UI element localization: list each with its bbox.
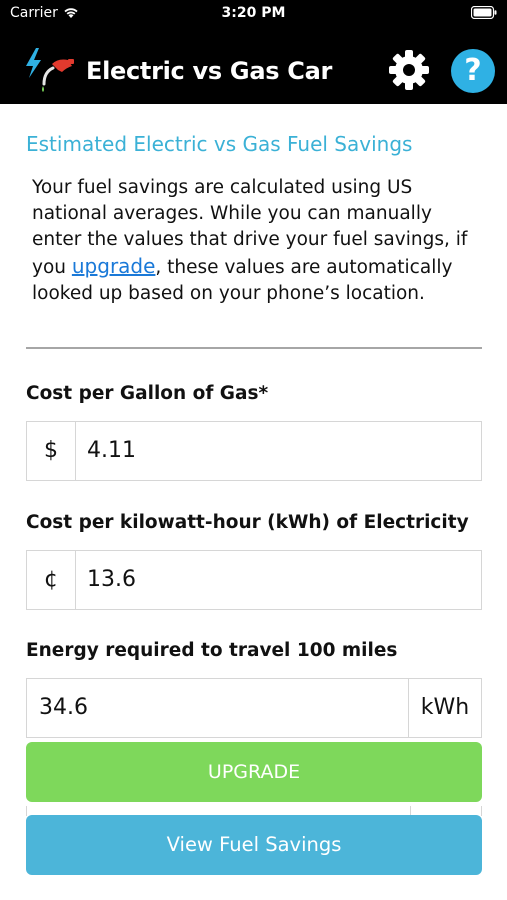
- section-heading: Estimated Electric vs Gas Fuel Savings: [26, 132, 413, 156]
- gas-cost-label: Cost per Gallon of Gas*: [26, 383, 269, 404]
- status-bar: Carrier 3:20 PM: [0, 0, 507, 30]
- battery-icon: [471, 6, 497, 19]
- gear-icon[interactable]: [388, 49, 430, 91]
- intro-text: Your fuel savings are calculated using U…: [32, 175, 472, 307]
- app-title: Electric vs Gas Car: [86, 57, 333, 85]
- electricity-cost-field: ¢: [26, 550, 482, 610]
- kwh-suffix: kWh: [408, 679, 481, 737]
- energy-label: Energy required to travel 100 miles: [26, 640, 398, 661]
- divider: [26, 347, 482, 349]
- help-button[interactable]: ?: [451, 49, 495, 93]
- nav-bar: Electric vs Gas Car ?: [0, 30, 507, 104]
- upgrade-button[interactable]: UPGRADE: [26, 742, 482, 802]
- electricity-cost-input[interactable]: [87, 551, 467, 609]
- plug-and-gas-nozzle-icon: [26, 48, 74, 92]
- clock: 3:20 PM: [221, 5, 286, 21]
- gas-cost-field: $: [26, 421, 482, 481]
- cent-prefix: ¢: [27, 551, 76, 609]
- gas-cost-input[interactable]: [87, 422, 467, 480]
- energy-field: kWh: [26, 678, 482, 738]
- energy-input[interactable]: [39, 679, 399, 737]
- view-fuel-savings-button[interactable]: View Fuel Savings: [26, 815, 482, 875]
- upgrade-link[interactable]: upgrade: [72, 254, 156, 278]
- electricity-cost-label: Cost per kilowatt-hour (kWh) of Electric…: [26, 512, 469, 533]
- dollar-prefix: $: [27, 422, 76, 480]
